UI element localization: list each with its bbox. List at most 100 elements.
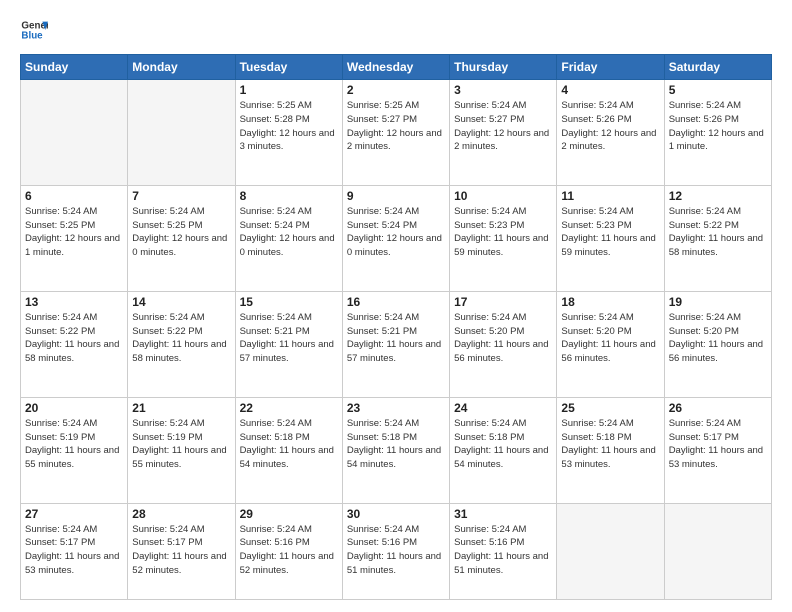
- day-number: 16: [347, 295, 445, 309]
- calendar-cell: 21 Sunrise: 5:24 AM Sunset: 5:19 PM Dayli…: [128, 397, 235, 503]
- calendar-cell: 5Sunrise: 5:24 AM Sunset: 5:26 PM Daylig…: [664, 80, 771, 186]
- calendar-cell: 30 Sunrise: 5:24 AM Sunset: 5:16 PM Dayli…: [342, 503, 449, 599]
- day-info: Sunrise: 5:24 AM Sunset: 5:19 PM Dayligh…: [132, 417, 230, 472]
- calendar-cell: [557, 503, 664, 599]
- calendar-cell: 18Sunrise: 5:24 AM Sunset: 5:20 PM Dayli…: [557, 291, 664, 397]
- svg-text:Blue: Blue: [21, 30, 43, 41]
- day-info: Sunrise: 5:25 AM Sunset: 5:28 PM Dayligh…: [240, 99, 338, 154]
- calendar-header-saturday: Saturday: [664, 55, 771, 80]
- day-number: 17: [454, 295, 552, 309]
- day-number: 10: [454, 189, 552, 203]
- calendar-header-row: SundayMondayTuesdayWednesdayThursdayFrid…: [21, 55, 772, 80]
- day-info: Sunrise: 5:24 AM Sunset: 5:16 PM Dayligh…: [454, 523, 552, 578]
- calendar-cell: [21, 80, 128, 186]
- day-info: Sunrise: 5:24 AM Sunset: 5:16 PM Dayligh…: [347, 523, 445, 578]
- day-number: 30: [347, 507, 445, 521]
- day-number: 22: [240, 401, 338, 415]
- logo: General Blue: [20, 16, 48, 44]
- calendar-header-tuesday: Tuesday: [235, 55, 342, 80]
- day-number: 8: [240, 189, 338, 203]
- calendar-cell: 12 Sunrise: 5:24 AM Sunset: 5:22 PM Dayli…: [664, 185, 771, 291]
- day-info: Sunrise: 5:24 AM Sunset: 5:16 PM Dayligh…: [240, 523, 338, 578]
- day-number: 7: [132, 189, 230, 203]
- calendar-cell: 11 Sunrise: 5:24 AM Sunset: 5:23 PM Dayli…: [557, 185, 664, 291]
- calendar-cell: 8 Sunrise: 5:24 AM Sunset: 5:24 PM Daylig…: [235, 185, 342, 291]
- day-info: Sunrise: 5:24 AM Sunset: 5:18 PM Dayligh…: [454, 417, 552, 472]
- day-info: Sunrise: 5:24 AM Sunset: 5:23 PM Dayligh…: [561, 205, 659, 260]
- calendar-week-row: 27 Sunrise: 5:24 AM Sunset: 5:17 PM Dayli…: [21, 503, 772, 599]
- day-number: 29: [240, 507, 338, 521]
- day-number: 12: [669, 189, 767, 203]
- day-info: Sunrise: 5:24 AM Sunset: 5:23 PM Dayligh…: [454, 205, 552, 260]
- day-number: 2: [347, 83, 445, 97]
- calendar-week-row: 20Sunrise: 5:24 AM Sunset: 5:19 PM Dayli…: [21, 397, 772, 503]
- day-info: Sunrise: 5:24 AM Sunset: 5:22 PM Dayligh…: [669, 205, 767, 260]
- calendar-week-row: 6 Sunrise: 5:24 AM Sunset: 5:25 PM Daylig…: [21, 185, 772, 291]
- day-number: 15: [240, 295, 338, 309]
- logo-icon: General Blue: [20, 16, 48, 44]
- day-number: 1: [240, 83, 338, 97]
- page-header: General Blue: [20, 16, 772, 44]
- day-number: 28: [132, 507, 230, 521]
- day-info: Sunrise: 5:24 AM Sunset: 5:25 PM Dayligh…: [25, 205, 123, 260]
- day-info: Sunrise: 5:24 AM Sunset: 5:17 PM Dayligh…: [132, 523, 230, 578]
- day-info: Sunrise: 5:24 AM Sunset: 5:21 PM Dayligh…: [347, 311, 445, 366]
- calendar-week-row: 1 Sunrise: 5:25 AM Sunset: 5:28 PM Daylig…: [21, 80, 772, 186]
- calendar-header-thursday: Thursday: [450, 55, 557, 80]
- day-info: Sunrise: 5:24 AM Sunset: 5:22 PM Dayligh…: [25, 311, 123, 366]
- calendar-week-row: 13 Sunrise: 5:24 AM Sunset: 5:22 PM Dayli…: [21, 291, 772, 397]
- day-info: Sunrise: 5:24 AM Sunset: 5:27 PM Dayligh…: [454, 99, 552, 154]
- calendar-cell: 4Sunrise: 5:24 AM Sunset: 5:26 PM Daylig…: [557, 80, 664, 186]
- day-number: 9: [347, 189, 445, 203]
- day-number: 23: [347, 401, 445, 415]
- calendar-cell: 6 Sunrise: 5:24 AM Sunset: 5:25 PM Daylig…: [21, 185, 128, 291]
- calendar-cell: 16 Sunrise: 5:24 AM Sunset: 5:21 PM Dayli…: [342, 291, 449, 397]
- day-number: 27: [25, 507, 123, 521]
- day-number: 21: [132, 401, 230, 415]
- day-info: Sunrise: 5:24 AM Sunset: 5:20 PM Dayligh…: [669, 311, 767, 366]
- day-info: Sunrise: 5:24 AM Sunset: 5:22 PM Dayligh…: [132, 311, 230, 366]
- day-info: Sunrise: 5:24 AM Sunset: 5:26 PM Dayligh…: [669, 99, 767, 154]
- calendar-cell: [664, 503, 771, 599]
- day-number: 19: [669, 295, 767, 309]
- calendar-cell: 23Sunrise: 5:24 AM Sunset: 5:18 PM Dayli…: [342, 397, 449, 503]
- day-info: Sunrise: 5:24 AM Sunset: 5:18 PM Dayligh…: [561, 417, 659, 472]
- calendar-cell: 22 Sunrise: 5:24 AM Sunset: 5:18 PM Dayli…: [235, 397, 342, 503]
- day-number: 6: [25, 189, 123, 203]
- calendar-cell: [128, 80, 235, 186]
- day-info: Sunrise: 5:24 AM Sunset: 5:18 PM Dayligh…: [240, 417, 338, 472]
- calendar-cell: 3 Sunrise: 5:24 AM Sunset: 5:27 PM Daylig…: [450, 80, 557, 186]
- calendar-header-sunday: Sunday: [21, 55, 128, 80]
- calendar-cell: 29 Sunrise: 5:24 AM Sunset: 5:16 PM Dayli…: [235, 503, 342, 599]
- day-number: 31: [454, 507, 552, 521]
- calendar-table: SundayMondayTuesdayWednesdayThursdayFrid…: [20, 54, 772, 600]
- day-number: 24: [454, 401, 552, 415]
- calendar-cell: 28 Sunrise: 5:24 AM Sunset: 5:17 PM Dayli…: [128, 503, 235, 599]
- calendar-cell: 10 Sunrise: 5:24 AM Sunset: 5:23 PM Dayli…: [450, 185, 557, 291]
- day-number: 3: [454, 83, 552, 97]
- day-info: Sunrise: 5:24 AM Sunset: 5:17 PM Dayligh…: [669, 417, 767, 472]
- calendar-cell: 19 Sunrise: 5:24 AM Sunset: 5:20 PM Dayli…: [664, 291, 771, 397]
- calendar-cell: 17 Sunrise: 5:24 AM Sunset: 5:20 PM Dayli…: [450, 291, 557, 397]
- calendar-cell: 9Sunrise: 5:24 AM Sunset: 5:24 PM Daylig…: [342, 185, 449, 291]
- calendar-header-monday: Monday: [128, 55, 235, 80]
- day-number: 13: [25, 295, 123, 309]
- calendar-cell: 26 Sunrise: 5:24 AM Sunset: 5:17 PM Dayli…: [664, 397, 771, 503]
- calendar-cell: 14Sunrise: 5:24 AM Sunset: 5:22 PM Dayli…: [128, 291, 235, 397]
- calendar-cell: 27 Sunrise: 5:24 AM Sunset: 5:17 PM Dayli…: [21, 503, 128, 599]
- day-info: Sunrise: 5:24 AM Sunset: 5:19 PM Dayligh…: [25, 417, 123, 472]
- calendar-cell: 7 Sunrise: 5:24 AM Sunset: 5:25 PM Daylig…: [128, 185, 235, 291]
- calendar-cell: 24 Sunrise: 5:24 AM Sunset: 5:18 PM Dayli…: [450, 397, 557, 503]
- calendar-cell: 15Sunrise: 5:24 AM Sunset: 5:21 PM Dayli…: [235, 291, 342, 397]
- day-info: Sunrise: 5:24 AM Sunset: 5:17 PM Dayligh…: [25, 523, 123, 578]
- day-number: 11: [561, 189, 659, 203]
- day-number: 18: [561, 295, 659, 309]
- day-number: 26: [669, 401, 767, 415]
- day-info: Sunrise: 5:24 AM Sunset: 5:20 PM Dayligh…: [454, 311, 552, 366]
- day-info: Sunrise: 5:24 AM Sunset: 5:25 PM Dayligh…: [132, 205, 230, 260]
- calendar-cell: 13 Sunrise: 5:24 AM Sunset: 5:22 PM Dayli…: [21, 291, 128, 397]
- calendar-cell: 31 Sunrise: 5:24 AM Sunset: 5:16 PM Dayli…: [450, 503, 557, 599]
- calendar-cell: 20Sunrise: 5:24 AM Sunset: 5:19 PM Dayli…: [21, 397, 128, 503]
- day-info: Sunrise: 5:24 AM Sunset: 5:24 PM Dayligh…: [240, 205, 338, 260]
- calendar-cell: 25Sunrise: 5:24 AM Sunset: 5:18 PM Dayli…: [557, 397, 664, 503]
